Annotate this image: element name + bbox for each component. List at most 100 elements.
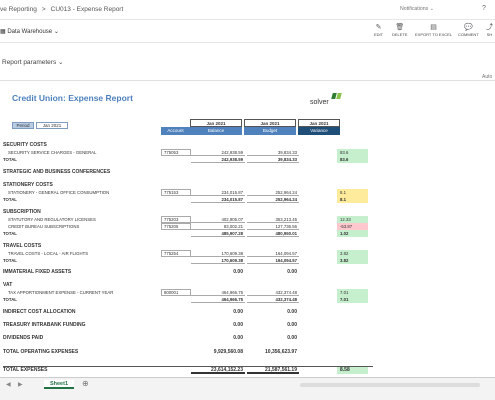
total-row[interactable]: TOTAL 234,015.87 252,964.24 8.1: [3, 196, 373, 203]
section-indirect[interactable]: INDIRECT COST ALLOCATION 0.00 0.00: [3, 309, 373, 316]
section-travel: TRAVEL COSTS: [3, 243, 42, 249]
period-value[interactable]: Jan 2021: [36, 122, 68, 129]
table-row[interactable]: CREDIT BUREAU SUBSCRIPTIONS 775205 83,00…: [3, 223, 373, 230]
breadcrumb-separator: >: [41, 6, 46, 13]
table-row[interactable]: TRAVEL COSTS - LOCAL - AIR FLIGHTS 77525…: [3, 250, 373, 257]
datasource-label: Data Warehouse: [7, 29, 53, 35]
table-row[interactable]: SECURITY SERVICE CHARGES - GENERAL 77505…: [3, 149, 373, 156]
variance-cell: 3.82: [337, 257, 368, 264]
total-label: TOTAL: [3, 157, 17, 162]
datasource-selector[interactable]: ▦ Data Warehouse ⌄: [0, 28, 59, 35]
budget-cell: 0.00: [287, 269, 297, 275]
section-immaterial[interactable]: IMMATERIAL FIXED ASSETS 0.00 0.00: [3, 269, 373, 276]
balance-cell: 234,015.87: [191, 196, 245, 203]
chevron-down-icon: ⌄: [58, 59, 64, 66]
balance-cell: 170,609.38: [191, 250, 245, 257]
variance-cell: 7.01: [337, 296, 368, 303]
report-title: Credit Union: Expense Report: [12, 93, 133, 103]
balance-cell: 9,929,560.08: [213, 349, 243, 355]
total-row[interactable]: TOTAL 485,907.28 480,950.01 1.02: [3, 230, 373, 237]
balance-cell: 234,015.87: [191, 189, 245, 196]
line-name: SECURITY SERVICE CHARGES - GENERAL: [8, 150, 97, 155]
delete-label: DELETE: [392, 32, 408, 37]
variance-cell: 8.1: [337, 189, 368, 196]
section-treasury[interactable]: TREASURY INTRABANK FUNDING 0.00 0.00: [3, 322, 373, 329]
budget-cell: 0.00: [287, 322, 297, 328]
budget-cell: 0.00: [287, 335, 297, 341]
budget-cell: 39,834.33: [247, 149, 299, 156]
budget-cell: 432,374.48: [247, 289, 299, 296]
total-operating-row[interactable]: TOTAL OPERATING EXPENSES 9,929,560.08 10…: [3, 349, 373, 356]
balance-cell: 402,905.07: [191, 216, 245, 223]
add-sheet-icon[interactable]: ⊕: [82, 379, 89, 388]
comment-icon: 💬: [463, 24, 473, 31]
help-icon[interactable]: ?: [482, 5, 486, 12]
edit-button[interactable]: ✎ EDIT: [374, 23, 383, 37]
delete-button[interactable]: 🗑 DELETE: [392, 23, 408, 37]
section-stationery: STATIONERY COSTS: [3, 182, 53, 188]
edit-label: EDIT: [374, 32, 384, 37]
balance-cell: 485,907.28: [191, 230, 245, 237]
solver-logo: solver: [310, 93, 344, 109]
variance-cell: 8.1: [337, 196, 368, 203]
report-parameters-toggle[interactable]: Report parameters ⌄: [2, 58, 63, 66]
total-row[interactable]: TOTAL 242,938.59 39,834.33 83.6: [3, 156, 373, 163]
total-label: TOTAL: [3, 197, 17, 202]
variance-cell: 12.33: [337, 216, 368, 223]
period-label: Period: [12, 122, 34, 129]
top-bar: ve Reporting > CU013 - Expense Report Noti…: [0, 0, 495, 20]
comment-button[interactable]: 💬 COMMENT: [458, 23, 479, 37]
trash-icon: 🗑: [395, 24, 405, 31]
sheet-tab[interactable]: Sheet1: [44, 380, 74, 389]
table-row[interactable]: STATIONERY - GENERAL OFFICE CONSUMPTION …: [3, 189, 373, 196]
total-row[interactable]: TOTAL 464,966.75 432,374.48 7.01: [3, 296, 373, 303]
section-dividends[interactable]: DIVIDENDS PAID 0.00 0.00: [3, 335, 373, 342]
horizontal-scrollbar[interactable]: [300, 383, 480, 387]
report-grid: Credit Union: Expense Report solver Peri…: [0, 81, 495, 377]
budget-cell: 164,094.57: [247, 257, 299, 264]
share-button[interactable]: ⤴ SH: [486, 23, 493, 37]
next-sheet-icon[interactable]: ▶: [18, 381, 23, 388]
report-parameters-label: Report parameters: [2, 59, 57, 66]
database-icon: ▦: [0, 29, 6, 35]
prev-sheet-icon[interactable]: ◀: [6, 381, 11, 388]
budget-cell: 164,094.57: [247, 250, 299, 257]
notifications-button[interactable]: Notifications ⌄: [400, 6, 434, 12]
budget-cell: 252,964.24: [247, 189, 299, 196]
balance-cell: 0.00: [233, 309, 243, 315]
section-strategic: STRATEGIC AND BUSINESS CONFERENCES: [3, 169, 111, 175]
section-label: IMMATERIAL FIXED ASSETS: [3, 269, 72, 275]
budget-cell: 480,950.01: [247, 230, 299, 237]
budget-cell: 432,374.48: [247, 296, 299, 303]
variance-cell: 8.58: [337, 367, 368, 374]
share-label: SH: [486, 32, 493, 37]
total-row[interactable]: TOTAL 170,609.38 164,094.57 3.82: [3, 257, 373, 264]
logo-mark-light: [336, 93, 342, 99]
balance-cell: 464,966.75: [191, 296, 245, 303]
balance-cell: 170,609.38: [191, 257, 245, 264]
col-budget: Budget: [244, 127, 296, 135]
section-vat: VAT: [3, 282, 13, 288]
section-label: TREASURY INTRABANK FUNDING: [3, 322, 86, 328]
line-name: CREDIT BUREAU SUBSCRIPTIONS: [8, 224, 80, 229]
breadcrumb-parent[interactable]: ve Reporting: [0, 6, 37, 13]
balance-cell: 242,938.59: [191, 149, 245, 156]
balance-cell: 464,966.75: [191, 289, 245, 296]
spreadsheet-area[interactable]: Credit Union: Expense Report solver Peri…: [0, 80, 495, 377]
account-cell: 800001: [161, 289, 191, 296]
table-row[interactable]: STATUTORY AND REGULATORY LICENSES 775203…: [3, 216, 373, 223]
line-name: TAX APPORTIONMENT EXPENSE - CURRENT YEAR: [8, 290, 114, 295]
line-name: STATIONERY - GENERAL OFFICE CONSUMPTION: [8, 190, 110, 195]
account-cell: 775153: [161, 189, 191, 196]
total-label: TOTAL: [3, 231, 17, 236]
total-expenses-row[interactable]: TOTAL EXPENSES 23,614,152.23 21,587,561.…: [3, 366, 373, 374]
logo-text: solver: [310, 99, 329, 106]
col-period-budget: Jan 2021: [244, 119, 296, 127]
budget-cell: 252,964.24: [247, 196, 299, 203]
variance-cell: 83.6: [337, 156, 368, 163]
section-label: TOTAL EXPENSES: [3, 367, 48, 373]
export-excel-button[interactable]: ▤ EXPORT TO EXCEL: [415, 23, 452, 37]
chevron-down-icon: ⌄: [53, 29, 59, 35]
table-row[interactable]: TAX APPORTIONMENT EXPENSE - CURRENT YEAR…: [3, 289, 373, 296]
section-security: SECURITY COSTS: [3, 142, 47, 148]
